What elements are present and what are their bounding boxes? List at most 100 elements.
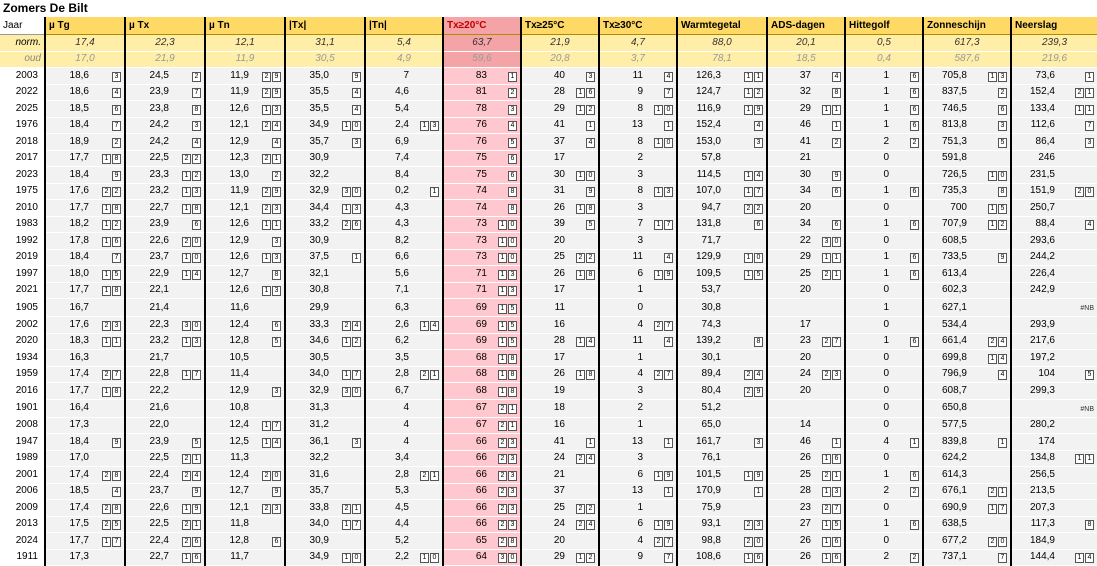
cell-value: 5,6 xyxy=(395,267,409,279)
cell-value: 22,5 xyxy=(149,152,169,164)
value-cell: 8,4 xyxy=(364,166,443,184)
rank-badge: 4 xyxy=(663,71,673,82)
value-cell: 17 xyxy=(520,349,599,367)
value-cell: 1 0 2,2 xyxy=(364,549,443,566)
table-row: 1997 1 5 18,0 1 4 22,9 8 12,7 32,1 5,6 1 3 71 1 8 26 1 9 6 1… xyxy=(0,265,1097,283)
value-cell: 31,3 xyxy=(284,399,365,418)
rank-badge: 18 xyxy=(497,353,517,364)
value-cell: 591,8 xyxy=(922,150,1011,167)
rank-badge: 22 xyxy=(575,253,595,264)
cell-value: 839,8 xyxy=(941,435,967,447)
value-cell: 2 4 33,3 xyxy=(284,316,365,334)
cell-value: 74,3 xyxy=(701,318,721,330)
value-cell: 3 xyxy=(598,199,677,217)
cell-value: 23,9 xyxy=(149,218,169,230)
rank-badge: 21 xyxy=(341,503,361,514)
cell-value: 1 xyxy=(637,501,643,513)
cell-value: 29 xyxy=(799,102,811,114)
cell-value: 0 xyxy=(883,419,889,431)
value-cell: 1 1 29 xyxy=(766,100,845,118)
cell-value: 151,9 xyxy=(1029,185,1055,197)
value-cell: 3 xyxy=(598,450,677,467)
rank-badge: 5 xyxy=(191,437,201,448)
cell-value: 73 xyxy=(475,234,487,246)
cell-value: 20 xyxy=(799,284,811,296)
cell-value: 0 xyxy=(883,351,889,363)
table-row: 2003 3 18,6 2 24,5 2 9 11,9 9 35,0 7 1 83 3 40 4 11 1 1 126… xyxy=(0,67,1097,85)
cell-value: 78 xyxy=(475,102,487,114)
rank-badge: 5 xyxy=(585,220,595,231)
cell-value: 31,6 xyxy=(309,468,329,480)
value-cell: 53,7 xyxy=(676,282,767,299)
rank-badge: 16 xyxy=(575,88,595,99)
value-cell: 0 xyxy=(844,450,923,467)
value-cell: 4,4 xyxy=(364,516,443,533)
cell-value: 22,4 xyxy=(149,534,169,546)
cell-value: 23 xyxy=(799,501,811,513)
cell-value: 93,1 xyxy=(701,518,721,530)
value-cell: 4 796,9 xyxy=(922,366,1011,383)
cell-value: 32,9 xyxy=(309,185,329,197)
rank-badge: 10 xyxy=(987,170,1007,181)
cell-value: 12,5 xyxy=(229,435,249,447)
cell-value: 7 xyxy=(403,69,409,81)
column-header: |Tx| xyxy=(284,17,365,35)
column-header: Jaar xyxy=(0,17,45,35)
cell-value: 22,4 xyxy=(149,468,169,480)
cell-value: 74 xyxy=(475,201,487,213)
value-cell: 3 36,1 xyxy=(284,433,365,451)
column-header: µ Tg xyxy=(44,17,125,35)
cell-value: 112,6 xyxy=(1030,119,1055,131)
value-cell: 1 839,8 xyxy=(922,433,1011,451)
cell-value: 3,5 xyxy=(395,351,409,363)
value-cell: 76,1 xyxy=(676,450,767,467)
rank-badge: 18 xyxy=(497,370,517,381)
value-cell: 1 xyxy=(598,499,677,517)
rank-badge: 15 xyxy=(743,269,763,280)
rank-badge: 20 xyxy=(1074,187,1094,198)
value-cell: 2 2 25 xyxy=(520,249,599,266)
cell-value: 153,0 xyxy=(695,135,721,147)
value-cell: 1 0 129,9 xyxy=(676,249,767,266)
reference-value: 22,3 xyxy=(124,34,205,52)
value-cell: 1 8 26 xyxy=(520,366,599,383)
cell-value: 69 xyxy=(475,335,487,347)
value-cell: 1 4 699,8 xyxy=(922,349,1011,367)
cell-value: 170,9 xyxy=(695,485,721,497)
value-cell: 61 xyxy=(844,216,923,233)
cell-value: 66 xyxy=(475,485,487,497)
value-cell: 1 5 109,5 xyxy=(676,265,767,283)
rank-badge: 23 xyxy=(261,203,281,214)
value-cell: 2 1 25 xyxy=(766,466,845,484)
rank-badge: 11 xyxy=(101,337,121,348)
cell-value: 11,9 xyxy=(230,185,249,197)
cell-value: 161,7 xyxy=(695,435,721,447)
cell-value: 28 xyxy=(799,485,811,497)
cell-value: 6 xyxy=(637,518,643,530)
cell-value: 11 xyxy=(632,251,643,263)
rank-badge: 21 xyxy=(1074,88,1094,99)
rank-badge: 3 xyxy=(111,71,121,82)
cell-value: 12,8 xyxy=(229,534,249,546)
rank-badge: 11 xyxy=(1074,454,1094,465)
cell-value: 68 xyxy=(475,384,487,396)
cell-value: 114,5 xyxy=(696,168,721,180)
cell-value: 4 xyxy=(403,435,409,447)
column-header: Warmtegetal xyxy=(676,17,767,35)
rank-badge: 13 xyxy=(261,286,281,297)
cell-value: 73,6 xyxy=(1035,69,1055,81)
value-cell: 16,3 xyxy=(44,349,125,367)
cell-value: 86,4 xyxy=(1035,135,1055,147)
cell-value: 107,0 xyxy=(695,185,721,197)
value-cell: 1 41 xyxy=(520,433,599,451)
value-cell: 1 4 114,5 xyxy=(676,166,767,184)
rank-badge: 3 xyxy=(191,121,201,132)
cell-value: 13 xyxy=(631,485,643,497)
rank-badge: 20 xyxy=(743,536,763,547)
rank-badge: 1 xyxy=(831,121,841,132)
rank-badge: 14 xyxy=(987,353,1007,364)
value-cell: 32,1 xyxy=(284,265,365,283)
value-cell: 9 30 xyxy=(766,166,845,184)
cell-value: 676,1 xyxy=(941,485,967,497)
cell-value: 66 xyxy=(475,452,487,464)
